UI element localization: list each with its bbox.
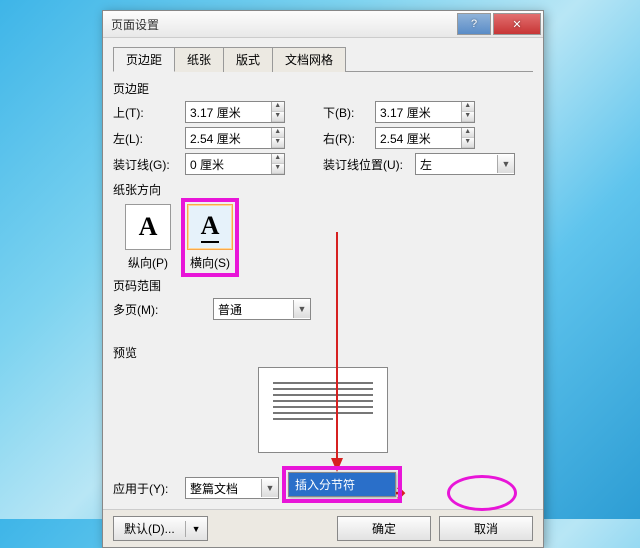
right-input[interactable] <box>376 129 461 147</box>
tab-grid[interactable]: 文档网格 <box>272 47 346 72</box>
close-button[interactable]: ✕ <box>493 13 541 35</box>
gutter-input[interactable] <box>186 155 271 173</box>
spin-down-icon[interactable]: ▼ <box>462 112 474 122</box>
chevron-down-icon[interactable]: ▼ <box>185 521 207 537</box>
spin-down-icon[interactable]: ▼ <box>272 164 284 174</box>
top-input[interactable] <box>186 103 271 121</box>
gutterpos-value: 左 <box>416 156 497 173</box>
dropdown-menu: 插入分节符 <box>288 472 396 497</box>
multipage-value: 普通 <box>214 301 293 318</box>
cancel-button[interactable]: 取消 <box>439 516 533 541</box>
page-setup-dialog: 页面设置 ? ✕ 页边距 纸张 版式 文档网格 页边距 上(T): ▲▼ 下(B… <box>102 10 544 548</box>
gutterpos-label: 装订线位置(U): <box>323 156 415 173</box>
spin-up-icon[interactable]: ▲ <box>462 128 474 138</box>
orientation-landscape[interactable]: A 横向(S) <box>187 204 233 271</box>
section-orientation-title: 纸张方向 <box>113 181 533 198</box>
section-margins-title: 页边距 <box>113 80 533 97</box>
portrait-icon: A <box>125 204 171 250</box>
right-spinner[interactable]: ▲▼ <box>375 127 475 149</box>
chevron-down-icon[interactable]: ▼ <box>497 155 514 173</box>
ok-button[interactable]: 确定 <box>337 516 431 541</box>
spin-down-icon[interactable]: ▼ <box>462 138 474 148</box>
bottom-input[interactable] <box>376 103 461 121</box>
spin-down-icon[interactable]: ▼ <box>272 112 284 122</box>
multi-label: 多页(M): <box>113 301 213 318</box>
top-label: 上(T): <box>113 104 185 121</box>
left-input[interactable] <box>186 129 271 147</box>
titlebar[interactable]: 页面设置 ? ✕ <box>103 11 543 38</box>
spin-up-icon[interactable]: ▲ <box>462 102 474 112</box>
tab-layout[interactable]: 版式 <box>223 47 273 72</box>
section-pages-title: 页码范围 <box>113 277 533 294</box>
multipage-combo[interactable]: 普通▼ <box>213 298 311 320</box>
applyto-label: 应用于(Y): <box>113 480 185 497</box>
tab-margins[interactable]: 页边距 <box>113 47 175 72</box>
dialog-title: 页面设置 <box>111 16 455 33</box>
gutter-label: 装订线(G): <box>113 156 185 173</box>
spin-up-icon[interactable]: ▲ <box>272 128 284 138</box>
chevron-down-icon[interactable]: ▼ <box>293 300 310 318</box>
preview-pane <box>258 367 388 453</box>
portrait-label: 纵向(P) <box>128 254 168 271</box>
button-row: 默认(D)...▼ 确定 取消 <box>103 509 543 547</box>
tab-paper[interactable]: 纸张 <box>174 47 224 72</box>
bottom-spinner[interactable]: ▲▼ <box>375 101 475 123</box>
applyto-combo[interactable]: 整篇文档▼ <box>185 477 279 499</box>
left-label: 左(L): <box>113 130 185 147</box>
section-preview-title: 预览 <box>113 344 533 361</box>
spin-down-icon[interactable]: ▼ <box>272 138 284 148</box>
orientation-portrait[interactable]: A 纵向(P) <box>125 204 171 271</box>
right-label: 右(R): <box>323 130 375 147</box>
spin-up-icon[interactable]: ▲ <box>272 102 284 112</box>
left-spinner[interactable]: ▲▼ <box>185 127 285 149</box>
landscape-label: 横向(S) <box>190 254 230 271</box>
gutter-spinner[interactable]: ▲▼ <box>185 153 285 175</box>
default-button[interactable]: 默认(D)...▼ <box>113 516 208 541</box>
bottom-label: 下(B): <box>323 104 375 121</box>
applyto-value: 整篇文档 <box>186 480 261 497</box>
help-button[interactable]: ? <box>457 13 491 35</box>
top-spinner[interactable]: ▲▼ <box>185 101 285 123</box>
chevron-down-icon[interactable]: ▼ <box>261 479 278 497</box>
spin-up-icon[interactable]: ▲ <box>272 154 284 164</box>
menu-item-section-break[interactable]: 插入分节符 <box>289 473 395 496</box>
gutterpos-combo[interactable]: 左▼ <box>415 153 515 175</box>
landscape-icon: A <box>187 204 233 250</box>
tab-strip: 页边距 纸张 版式 文档网格 <box>113 46 533 72</box>
